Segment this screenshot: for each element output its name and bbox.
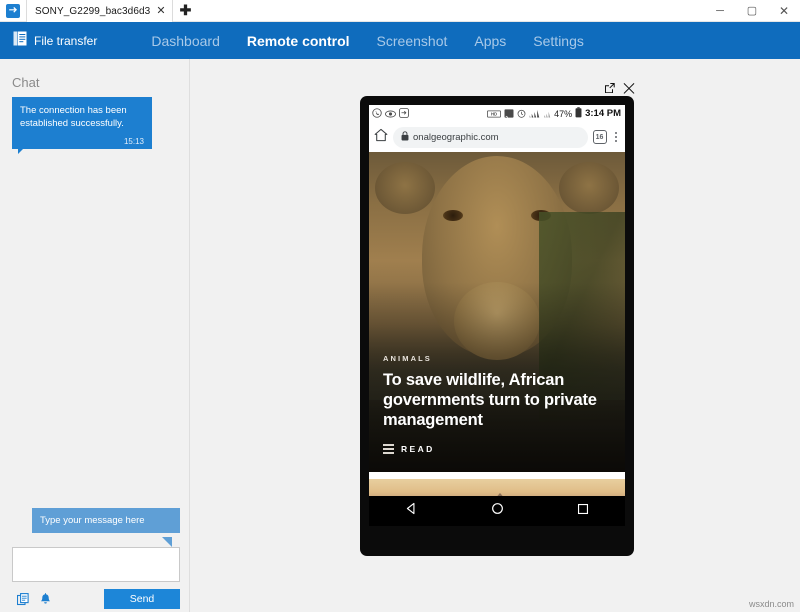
svg-text:HD: HD	[491, 111, 497, 116]
send-button[interactable]: Send	[104, 589, 180, 609]
nav-item-dashboard[interactable]: Dashboard	[151, 33, 220, 49]
message-input-tooltip: Type your message here	[32, 508, 180, 533]
app-window: SONY_G2299_bac3d6d3 ✕ ✚ ─ ▢ ✕ File trans…	[0, 0, 800, 612]
android-navbar	[369, 496, 625, 526]
browser-tab[interactable]: SONY_G2299_bac3d6d3 ✕	[26, 0, 173, 22]
kebab-menu-icon[interactable]	[612, 131, 621, 143]
lion-photo-detail	[375, 162, 435, 214]
nav-item-remote-control[interactable]: Remote control	[247, 33, 350, 49]
article-read-link[interactable]: READ	[383, 444, 613, 454]
recents-square-icon[interactable]	[577, 502, 589, 520]
close-icon[interactable]	[623, 82, 635, 98]
bell-icon[interactable]	[34, 589, 56, 609]
maximize-button[interactable]: ▢	[736, 0, 768, 21]
phone-mirror: HD 47% 3:14 PM onalgeographic.com 16 ANI…	[360, 83, 635, 556]
phone-statusbar: HD 47% 3:14 PM	[369, 105, 625, 122]
chat-message-time: 15:13	[123, 136, 144, 146]
url-input[interactable]: onalgeographic.com	[393, 126, 588, 148]
back-triangle-icon[interactable]	[405, 502, 418, 520]
tab-title: SONY_G2299_bac3d6d3	[35, 5, 151, 17]
whatsapp-icon	[372, 105, 382, 123]
watermark: wsxdn.com	[748, 599, 794, 609]
chat-message-bubble: The connection has been established succ…	[12, 97, 152, 149]
statusbar-time: 3:14 PM	[585, 108, 621, 119]
signal-icon	[529, 105, 540, 123]
message-input[interactable]	[12, 547, 180, 582]
clipboard-icon[interactable]	[12, 589, 34, 609]
close-button[interactable]: ✕	[768, 0, 800, 21]
app-icon	[399, 105, 409, 123]
article-hero[interactable]: ANIMALS To save wildlife, African govern…	[369, 152, 625, 472]
cast-icon	[504, 105, 514, 123]
menu-lines-icon	[383, 444, 394, 454]
main-nav: Dashboard Remote control Screenshot Apps…	[151, 33, 584, 49]
app-header: File transfer Dashboard Remote control S…	[0, 22, 800, 59]
remote-control-stage: HD 47% 3:14 PM onalgeographic.com 16 ANI…	[191, 59, 800, 612]
battery-icon	[575, 105, 582, 123]
statusbar-right-group: HD 47% 3:14 PM	[487, 105, 621, 123]
eye-icon	[385, 105, 396, 123]
article-headline: To save wildlife, African governments tu…	[383, 370, 597, 429]
home-circle-icon[interactable]	[491, 502, 504, 520]
window-titlebar: SONY_G2299_bac3d6d3 ✕ ✚ ─ ▢ ✕	[0, 0, 800, 22]
home-icon[interactable]	[374, 128, 388, 147]
signal2-icon	[543, 105, 551, 123]
file-transfer-icon	[13, 31, 27, 51]
lion-photo-detail	[559, 162, 619, 214]
nav-item-apps[interactable]: Apps	[474, 33, 506, 49]
browser-urlbar: onalgeographic.com 16	[369, 122, 625, 152]
phone-window-controls	[604, 82, 635, 98]
phone-screen[interactable]: HD 47% 3:14 PM onalgeographic.com 16 ANI…	[369, 105, 625, 526]
window-controls: ─ ▢ ✕	[704, 0, 800, 21]
chat-title: Chat	[12, 75, 40, 90]
popout-icon[interactable]	[604, 82, 616, 98]
nav-item-screenshot[interactable]: Screenshot	[377, 33, 448, 49]
alarm-icon	[517, 105, 526, 123]
lock-icon	[401, 128, 409, 146]
tab-count-button[interactable]: 16	[592, 130, 607, 144]
url-text: onalgeographic.com	[413, 131, 499, 143]
minimize-button[interactable]: ─	[704, 0, 736, 21]
battery-percent: 47%	[554, 108, 573, 119]
chat-message-text: The connection has been established succ…	[20, 105, 127, 130]
data-icon: HD	[487, 105, 502, 123]
new-tab-button[interactable]: ✚	[173, 0, 199, 21]
lion-eye	[443, 210, 463, 221]
file-transfer-button[interactable]: File transfer	[13, 31, 97, 51]
tooltip-tail	[32, 537, 180, 547]
chat-toolbar: Send	[12, 589, 180, 609]
tab-close-icon[interactable]: ✕	[156, 5, 165, 17]
article-kicker: ANIMALS	[383, 353, 432, 363]
chat-sidebar: Chat The connection has been established…	[0, 59, 190, 612]
nav-item-settings[interactable]: Settings	[533, 33, 584, 49]
article-text-block: ANIMALS To save wildlife, African govern…	[383, 354, 613, 454]
read-label: READ	[401, 444, 435, 454]
app-icon	[0, 0, 26, 21]
file-transfer-label: File transfer	[34, 33, 98, 48]
